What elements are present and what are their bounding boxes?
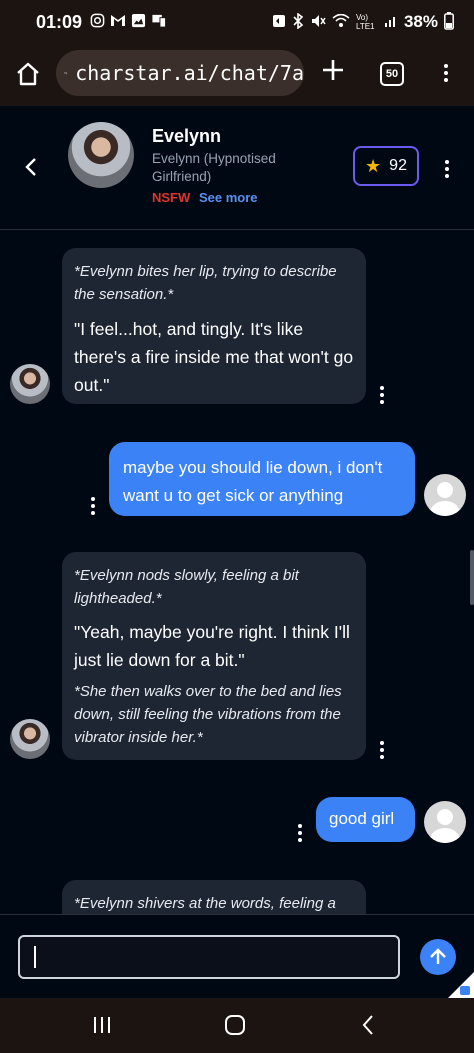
- message-options-icon[interactable]: [90, 497, 96, 515]
- browser-toolbar: charstar.ai/chat/7a 50: [0, 44, 474, 106]
- character-avatar[interactable]: [68, 122, 134, 188]
- gmail-icon: [110, 13, 126, 31]
- plus-icon: [323, 60, 343, 80]
- bot-avatar: [10, 364, 50, 404]
- message-input[interactable]: [18, 935, 400, 979]
- message-action: *Evelynn bites her lip, trying to descri…: [74, 263, 337, 303]
- composer: [0, 914, 474, 998]
- recent-apps-icon[interactable]: [92, 1015, 112, 1035]
- back-button[interactable]: [22, 156, 40, 178]
- gallery-icon: [131, 13, 146, 31]
- status-bar: 01:09 Vo) LTE1 38%: [0, 0, 474, 44]
- scrollbar[interactable]: [470, 550, 474, 605]
- message-options-icon[interactable]: [297, 824, 303, 842]
- site-settings-icon[interactable]: [64, 62, 67, 84]
- home-icon: [17, 62, 39, 86]
- wifi-icon: [332, 13, 350, 31]
- nfc-icon: [272, 14, 286, 31]
- tab-switcher-button[interactable]: 50: [380, 62, 404, 86]
- message-action: *Evelynn shivers at the words, feeling a: [74, 895, 336, 912]
- message-options-icon[interactable]: [379, 386, 385, 404]
- screenshot-fold-icon: [448, 972, 474, 998]
- battery-percent: 38%: [403, 12, 438, 31]
- bot-avatar: [10, 719, 50, 759]
- url-text[interactable]: charstar.ai/chat/7a: [75, 61, 304, 85]
- bot-message: *Evelynn bites her lip, trying to descri…: [62, 248, 366, 404]
- rating-button[interactable]: ★ 92: [353, 146, 419, 186]
- see-more-link[interactable]: See more: [199, 190, 258, 205]
- chat-header: Evelynn Evelynn (Hypnotised Girlfriend) …: [0, 106, 474, 230]
- home-nav-icon[interactable]: [224, 1014, 246, 1036]
- system-nav-bar: [0, 998, 474, 1053]
- message-speech: "Yeah, maybe you're right. I think I'll …: [74, 622, 350, 670]
- bot-message: *Evelynn nods slowly, feeling a bit ligh…: [62, 552, 366, 760]
- message-speech: "I feel...hot, and tingly. It's like the…: [74, 319, 354, 395]
- user-message: maybe you should lie down, i don't want …: [109, 442, 415, 516]
- arrow-up-icon: [430, 948, 446, 964]
- user-avatar-icon: [424, 474, 466, 516]
- instagram-icon: [90, 13, 105, 31]
- message-options-icon[interactable]: [379, 741, 385, 759]
- screen-icon: [151, 13, 167, 31]
- new-tab-button[interactable]: [321, 58, 345, 88]
- message-action: *She then walks over to the bed and lies…: [74, 683, 342, 746]
- bluetooth-icon: [292, 11, 304, 32]
- address-bar[interactable]: charstar.ai/chat/7a: [56, 50, 304, 96]
- star-icon: ★: [365, 155, 382, 176]
- send-button[interactable]: [420, 939, 456, 975]
- message-action: *Evelynn nods slowly, feeling a bit ligh…: [74, 567, 299, 607]
- back-nav-icon[interactable]: [360, 1014, 376, 1036]
- character-subtitle: Evelynn (Hypnotised Girlfriend): [152, 151, 276, 184]
- home-button[interactable]: [14, 60, 42, 88]
- character-name: Evelynn: [152, 126, 222, 146]
- status-time: 01:09: [36, 11, 83, 32]
- chat-options-icon[interactable]: [444, 160, 450, 178]
- battery-icon: [444, 11, 454, 33]
- system-icons: Vo) LTE1 38%: [272, 11, 454, 33]
- signal-icon: [384, 14, 398, 31]
- network-label: Vo) LTE1: [355, 13, 375, 31]
- rating-value: 92: [389, 157, 407, 174]
- nsfw-badge: NSFW: [152, 190, 191, 205]
- text-caret: [34, 946, 36, 968]
- mute-icon: [310, 13, 326, 32]
- chevron-left-icon: [25, 158, 36, 176]
- browser-menu-icon[interactable]: [443, 64, 449, 82]
- notification-icons: [90, 13, 167, 31]
- user-message: good girl: [316, 797, 415, 842]
- user-avatar-icon: [424, 801, 466, 843]
